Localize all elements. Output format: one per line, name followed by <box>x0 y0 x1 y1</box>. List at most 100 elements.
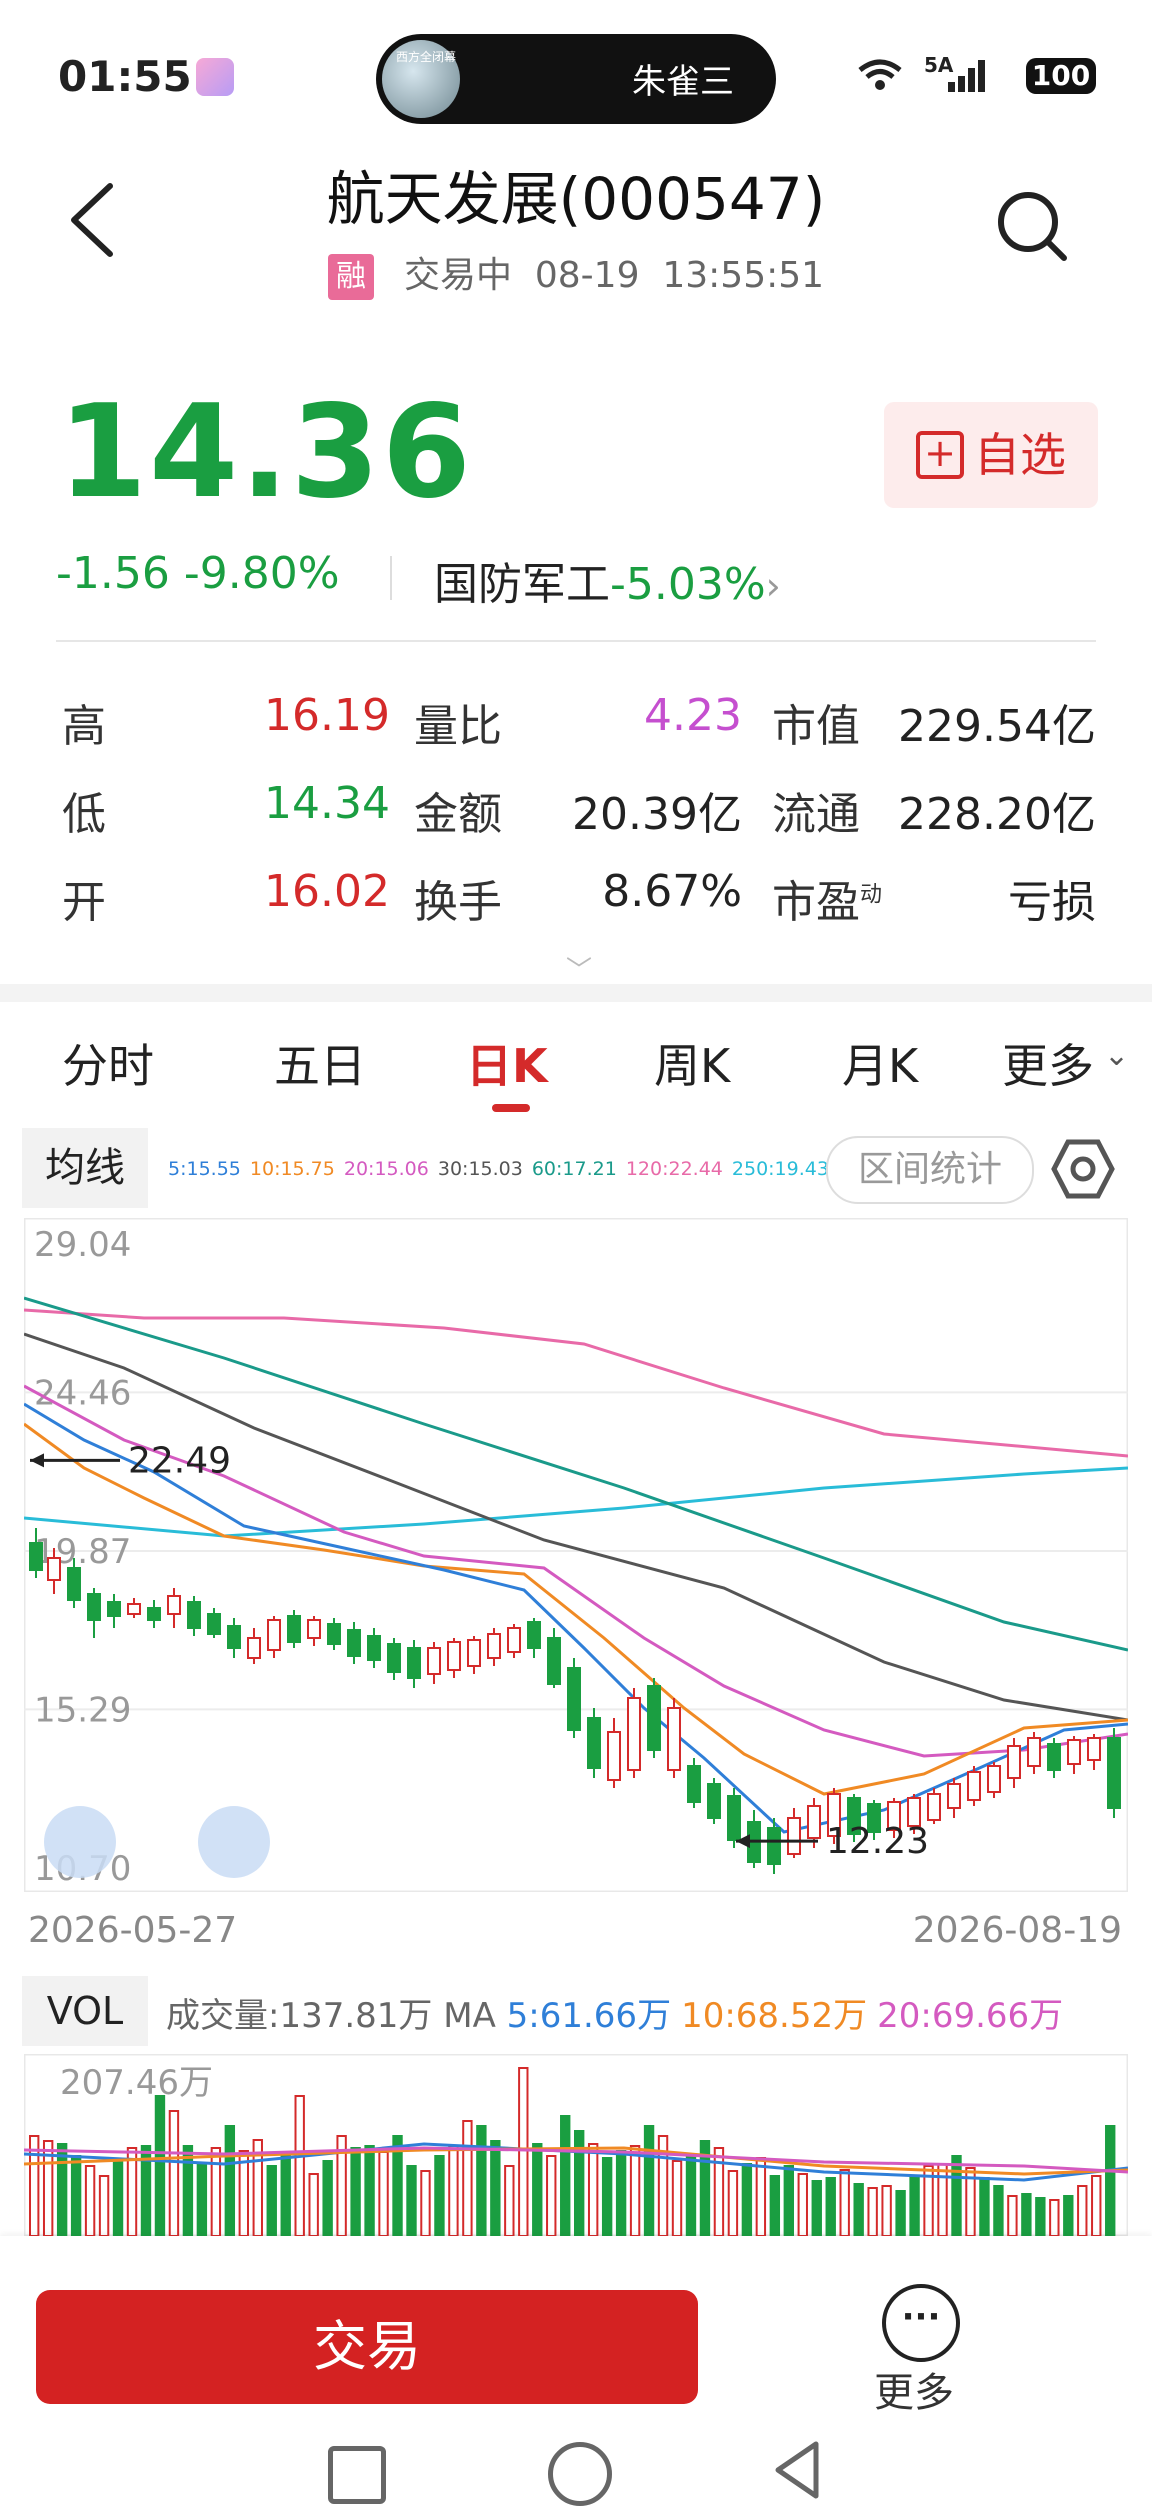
candle-body <box>87 1593 101 1621</box>
quote-label: 市值 <box>772 701 860 752</box>
tab-3[interactable]: 周K <box>654 1030 730 1096</box>
candle-body <box>367 1635 381 1661</box>
sector-percent: -5.03% <box>610 559 766 610</box>
vol-bar <box>853 2183 864 2237</box>
candle-body <box>267 1619 281 1651</box>
candle-body <box>347 1629 361 1657</box>
quote-label: 量比 <box>414 701 502 752</box>
vol-selector[interactable]: VOL <box>22 1976 148 2046</box>
vol-ma-value: 5:61.66万 <box>506 1996 672 2036</box>
vol-bar <box>168 2110 180 2237</box>
kline-chart[interactable]: 29.0424.4619.8715.2910.7022.4912.23 <box>23 1217 1129 1893</box>
quote-value: 4.23 <box>644 690 742 741</box>
signal-icons: 5A <box>854 52 1004 102</box>
quote-value: 8.67% <box>602 866 742 917</box>
ma-value: 120:22.44 <box>625 1158 723 1180</box>
vol-bar <box>601 2157 613 2237</box>
ma-value: 60:17.21 <box>531 1158 617 1180</box>
quote-value: 亏损 <box>1008 877 1096 928</box>
vol-bar <box>280 2155 291 2237</box>
vol-bar <box>1007 2195 1018 2237</box>
tab-4[interactable]: 月K <box>842 1030 918 1096</box>
quote-label: 市盈动 <box>772 866 882 930</box>
sector-link[interactable]: 国防军工-5.03%› <box>434 548 781 612</box>
vol-bar <box>434 2155 445 2237</box>
candle-body <box>447 1641 461 1671</box>
price-change: -1.56 -9.80% <box>56 548 340 599</box>
candle-body <box>147 1607 161 1621</box>
ma-value: 10:15.75 <box>249 1158 335 1180</box>
quote-label-text: 市盈 <box>772 877 860 928</box>
vol-bar <box>993 2185 1004 2237</box>
quote-value: 229.54亿 <box>898 701 1096 752</box>
candle-body <box>547 1637 561 1685</box>
ma-values: 5:15.55 10:15.75 20:15.06 30:15.03 60:17.21 1… <box>168 1158 838 1180</box>
change-value: -1.56 <box>56 548 170 599</box>
vol-max-label: 207.46万 <box>60 2063 213 2103</box>
vol-bar <box>56 2143 68 2237</box>
ma-value: 5:15.55 <box>168 1158 241 1180</box>
change-percent: -9.80% <box>183 548 340 599</box>
vol-bar <box>587 2143 599 2237</box>
candle-body <box>427 1647 441 1675</box>
sector-name: 国防军工 <box>434 559 610 610</box>
y-tick-label: 29.04 <box>34 1225 131 1265</box>
active-tab-indicator <box>492 1104 530 1112</box>
high-marker-label: 22.49 <box>128 1440 231 1481</box>
cell-signal-icon <box>948 60 985 92</box>
trade-status: 交易中 <box>403 255 512 296</box>
tab-5[interactable]: 更多 <box>1002 1030 1094 1096</box>
vol-bar <box>629 2145 641 2237</box>
vol-bar <box>112 2160 124 2237</box>
candle-body <box>807 1805 821 1839</box>
zoom-button-icon <box>198 1806 270 1878</box>
candle-body <box>1007 1745 1021 1779</box>
candle-body <box>1047 1743 1061 1771</box>
vol-ma-list: 5:61.66万 10:68.52万 20:69.66万 <box>507 1996 1074 2036</box>
ma-value: 20:15.06 <box>343 1158 429 1180</box>
candle-body <box>667 1707 681 1771</box>
ma-value: 30:15.03 <box>437 1158 523 1180</box>
more-icon[interactable]: ··· <box>882 2284 960 2362</box>
tab-2[interactable]: 日K <box>466 1030 548 1096</box>
candle-body <box>467 1639 481 1667</box>
candle-body <box>47 1557 61 1581</box>
y-tick-label: 24.46 <box>34 1373 131 1413</box>
chart-end-date: 2026-08-19 <box>912 1910 1122 1951</box>
change-divider <box>390 556 392 600</box>
nav-back-icon[interactable] <box>772 2440 822 2500</box>
chart-start-date: 2026-05-27 <box>28 1910 238 1951</box>
status-time: 01:55 <box>58 52 192 101</box>
trade-button[interactable]: 交易 <box>36 2290 698 2404</box>
vol-bar <box>685 2155 697 2237</box>
vol-bar <box>266 2165 277 2237</box>
volume-chart[interactable]: 207.46万 <box>23 2053 1129 2237</box>
quote-label: 换手 <box>414 877 502 928</box>
candle-body <box>567 1667 581 1731</box>
home-icon[interactable] <box>548 2442 612 2506</box>
vol-bar <box>671 2160 683 2237</box>
vol-bar <box>867 2187 878 2237</box>
vol-bar <box>504 2165 515 2237</box>
vol-bar <box>476 2125 487 2237</box>
add-watchlist-button[interactable]: + 自选 <box>884 402 1098 508</box>
candle-body <box>1087 1737 1101 1761</box>
tab-1[interactable]: 五日 <box>274 1030 366 1096</box>
vol-values: 成交量:137.81万 MA 5:61.66万 10:68.52万 20:69.66… <box>166 1988 1073 2037</box>
candle-body <box>927 1793 941 1821</box>
candle-body <box>67 1567 81 1601</box>
y-tick-label: 15.29 <box>34 1690 131 1730</box>
range-stats-button[interactable]: 区间统计 <box>826 1136 1034 1204</box>
recent-apps-icon[interactable] <box>328 2446 386 2504</box>
settings-icon[interactable] <box>1050 1138 1116 1200</box>
more-label[interactable]: 更多 <box>874 2360 954 2418</box>
vol-bar <box>294 2095 305 2237</box>
quote-label: 高 <box>62 701 106 752</box>
vol-ma-value: 20:69.66万 <box>877 1996 1064 2036</box>
ma-selector[interactable]: 均线 <box>22 1128 148 1208</box>
search-icon[interactable] <box>992 186 1072 266</box>
vol-bar <box>196 2163 208 2237</box>
expand-chevron-icon[interactable]: ﹀ <box>566 950 592 987</box>
quote-value: 14.34 <box>264 778 390 829</box>
tab-0[interactable]: 分时 <box>62 1030 154 1096</box>
